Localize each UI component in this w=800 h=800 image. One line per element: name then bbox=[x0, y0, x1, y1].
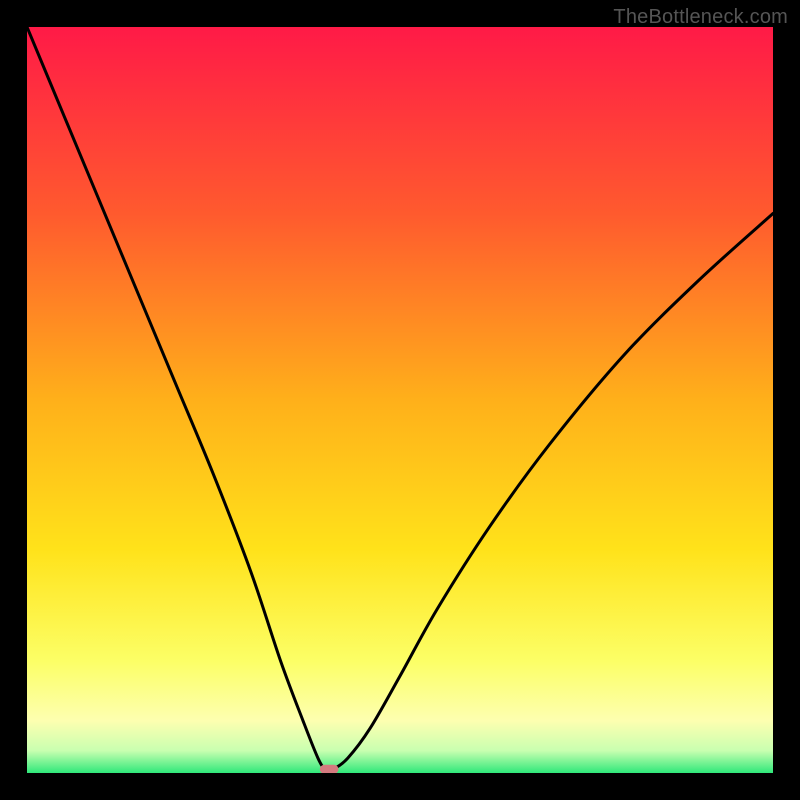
plot-area bbox=[27, 27, 773, 773]
min-marker bbox=[320, 765, 339, 773]
curve-path bbox=[27, 27, 773, 771]
watermark-text: TheBottleneck.com bbox=[613, 6, 788, 29]
bottleneck-curve bbox=[27, 27, 773, 773]
